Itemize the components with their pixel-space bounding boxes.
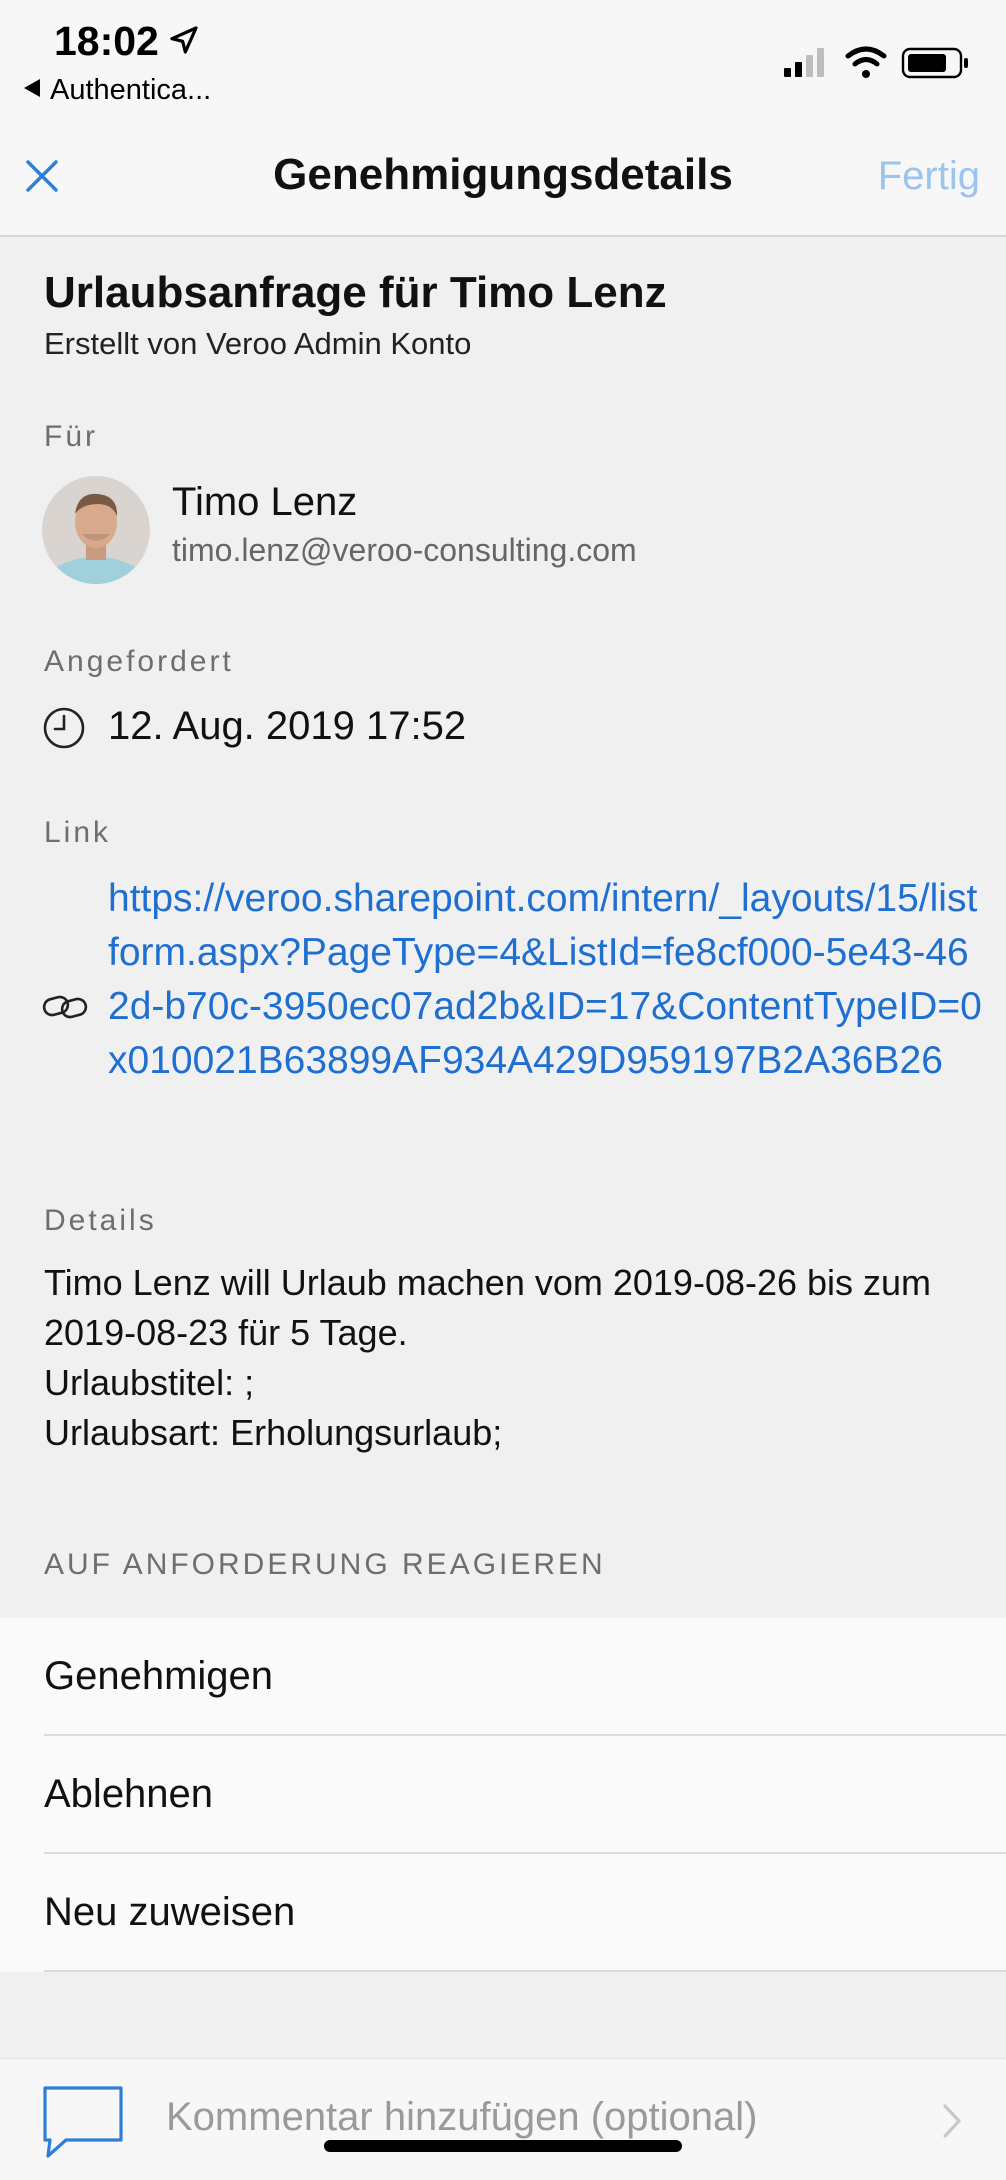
requested-date: 12. Aug. 2019 17:52	[108, 704, 467, 748]
sharepoint-link[interactable]: https://veroo.sharepoint.com/intern/_lay…	[108, 872, 988, 1088]
home-indicator	[324, 2140, 682, 2152]
back-arrow-icon	[24, 79, 40, 97]
request-created-by: Erstellt von Veroo Admin Konto	[44, 326, 472, 361]
clock-icon	[43, 707, 85, 749]
person-email: timo.lenz@veroo-consulting.com	[172, 532, 637, 568]
reassign-button[interactable]: Neu zuweisen	[0, 1854, 1006, 1972]
actions-list: Genehmigen Ablehnen Neu zuweisen	[0, 1618, 1006, 1972]
for-section-label: Für	[44, 420, 98, 453]
details-text: Timo Lenz will Urlaub machen vom 2019-08…	[44, 1258, 974, 1458]
status-bar: 18:02 Authentica...	[0, 0, 1006, 120]
location-arrow-icon	[170, 26, 198, 54]
requested-section-label: Angefordert	[44, 645, 234, 678]
details-line: Timo Lenz will Urlaub machen vom 2019-08…	[44, 1262, 932, 1353]
details-line: Urlaubstitel: ;	[44, 1362, 255, 1403]
link-section-label: Link	[44, 816, 112, 849]
details-section-label: Details	[44, 1204, 157, 1237]
chevron-right-icon[interactable]	[942, 2103, 962, 2139]
request-title: Urlaubsanfrage für Timo Lenz	[44, 268, 667, 317]
reject-button[interactable]: Ablehnen	[0, 1736, 1006, 1854]
status-icons	[784, 46, 968, 79]
battery-icon	[901, 47, 968, 79]
avatar	[42, 476, 150, 584]
approve-button[interactable]: Genehmigen	[0, 1618, 1006, 1736]
status-time: 18:02	[54, 18, 159, 64]
done-button[interactable]: Fertig	[878, 154, 980, 199]
comment-placeholder: Kommentar hinzufügen (optional)	[166, 2095, 758, 2139]
page-title: Genehmigungsdetails	[273, 150, 733, 199]
approve-label: Genehmigen	[44, 1654, 274, 1698]
back-app-label: Authentica...	[50, 74, 212, 106]
details-line: Urlaubsart: Erholungsurlaub;	[44, 1412, 503, 1453]
comment-icon	[43, 2086, 123, 2158]
comment-input[interactable]: Kommentar hinzufügen (optional)	[0, 2058, 1006, 2180]
link-icon	[42, 995, 88, 1019]
reassign-label: Neu zuweisen	[44, 1890, 296, 1934]
person-name: Timo Lenz	[172, 480, 358, 524]
back-to-app-link[interactable]: Authentica...	[24, 74, 211, 107]
actions-section-label: AUF ANFORDERUNG REAGIEREN	[44, 1548, 606, 1581]
wifi-icon	[845, 46, 887, 78]
divider	[44, 1970, 1006, 1972]
navigation-bar: Genehmigungsdetails Fertig	[0, 120, 1006, 237]
reject-label: Ablehnen	[44, 1772, 214, 1816]
signal-icon	[784, 48, 824, 77]
